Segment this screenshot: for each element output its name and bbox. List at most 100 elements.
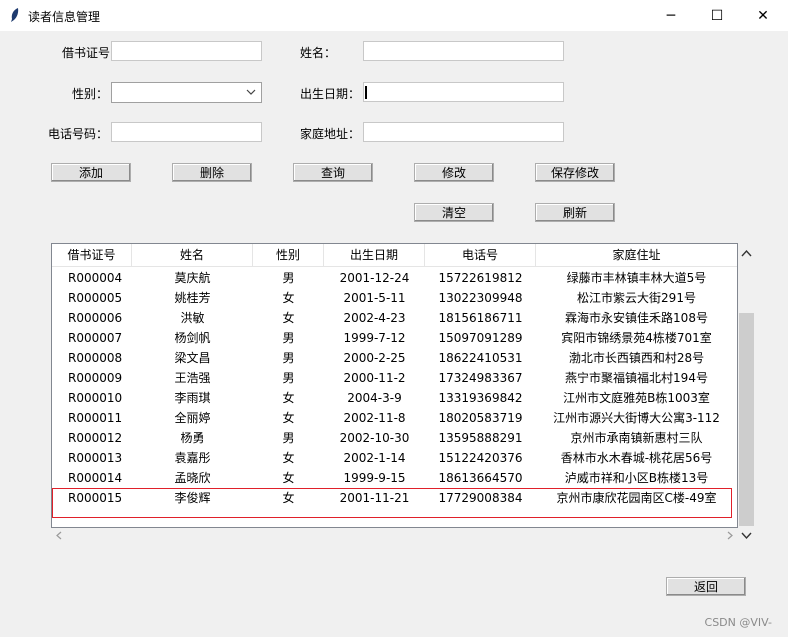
table-cell: 松江市紫云大街291号 [577, 291, 696, 305]
table-row[interactable]: R000015 李俊辉 女 2001-11-21 17729008384 京州市康欣花园南… [52, 488, 737, 508]
minimize-button[interactable]: ─ [648, 0, 694, 31]
table-row[interactable]: R000004 莫庆航 男 2001-12-24 15722619812 绿藤市丰林镇丰林… [52, 268, 737, 288]
maximize-button[interactable]: ☐ [694, 0, 740, 31]
table-cell: R000009 [68, 371, 123, 385]
table-cell: 姚桂芳 [174, 291, 211, 305]
table-cell: 17324983367 [438, 371, 523, 385]
refresh-button[interactable]: 刷新 [535, 203, 615, 222]
table-cell: 京州市承南镇新惠村三队 [570, 431, 703, 445]
title-bar: 读者信息管理 ─ ☐ ✕ [0, 0, 788, 31]
table-cell: R000005 [68, 291, 123, 305]
table-cell: 女 [282, 491, 295, 505]
name-input[interactable] [363, 41, 564, 61]
scroll-down-icon[interactable] [741, 531, 752, 540]
table-cell: 江州市文庭雅苑B栋1003室 [563, 391, 710, 405]
table-cell: 孟晓欣 [174, 471, 211, 485]
watermark: CSDN @VIV- [704, 616, 772, 629]
table-row[interactable]: R000010 李雨琪 女 2004-3-9 13319369842 江州市文庭雅苑B栋1… [52, 388, 737, 408]
table-cell: R000008 [68, 351, 123, 365]
table-cell: 2002-4-23 [343, 311, 406, 325]
window-title: 读者信息管理 [28, 10, 101, 24]
table-cell: 京州市康欣花园南区C楼-49室 [556, 491, 717, 505]
table-cell: 女 [282, 451, 295, 465]
table-cell: 男 [282, 431, 295, 445]
column-header[interactable]: 电话号 [425, 244, 536, 266]
table-cell: 绿藤市丰林镇丰林大道5号 [566, 271, 707, 285]
close-icon: ✕ [757, 7, 769, 24]
birth-date-label: 出生日期： [299, 87, 360, 101]
scroll-left-icon[interactable] [55, 531, 62, 540]
maximize-icon: ☐ [710, 7, 724, 24]
back-button[interactable]: 返回 [666, 577, 746, 596]
horizontal-scrollbar[interactable] [51, 528, 738, 543]
readers-table[interactable]: 借书证号 姓名 性别 出生日期 电话号 家庭住址 R000004 莫庆航男 2001… [51, 243, 738, 528]
add-button[interactable]: 添加 [51, 163, 131, 182]
table-cell: 李雨琪 [174, 391, 211, 405]
table-row[interactable]: R000008 梁文昌 男 2000-2-25 18622410531 渤北市长西镇西和村… [52, 348, 737, 368]
gender-select[interactable] [111, 82, 262, 103]
table-cell: 梁文昌 [174, 351, 211, 365]
close-button[interactable]: ✕ [740, 0, 786, 31]
table-cell: 18613664570 [438, 471, 523, 485]
scroll-right-icon[interactable] [727, 531, 734, 540]
table-cell: R000012 [68, 431, 123, 445]
table-cell: 霖海市永安镇佳禾路108号 [565, 311, 708, 325]
table-row[interactable]: R000009 王浩强 男 2000-11-2 17324983367 燕宁市聚福镇福北村… [52, 368, 737, 388]
table-cell: 2001-12-24 [339, 271, 410, 285]
table-cell: 男 [282, 271, 295, 285]
table-row[interactable]: R000013 袁嘉彤 女 2002-1-14 15122420376 香林市水木春城-桃… [52, 448, 737, 468]
column-header[interactable]: 姓名 [132, 244, 253, 266]
table-cell: 2002-1-14 [343, 451, 406, 465]
modify-button[interactable]: 修改 [414, 163, 494, 182]
birth-date-input[interactable] [363, 82, 564, 102]
table-cell: 17729008384 [438, 491, 523, 505]
feather-icon [11, 8, 19, 22]
phone-input[interactable] [111, 122, 262, 142]
column-header[interactable]: 性别 [253, 244, 324, 266]
table-cell: R000015 [68, 491, 123, 505]
table-cell: 女 [282, 391, 295, 405]
table-row[interactable]: R000012 杨勇 男 2002-10-30 13595888291 京州市承南镇新惠村… [52, 428, 737, 448]
table-cell: 女 [282, 291, 295, 305]
table-cell: 13319369842 [438, 391, 523, 405]
phone-label: 电话号码： [48, 127, 109, 141]
column-header[interactable]: 家庭住址 [536, 244, 737, 266]
clear-button[interactable]: 清空 [414, 203, 494, 222]
column-header[interactable]: 借书证号 [52, 244, 132, 266]
table-cell: R000010 [68, 391, 123, 405]
address-input[interactable] [363, 122, 564, 142]
table-cell: R000006 [68, 311, 123, 325]
table-cell: 2002-10-30 [339, 431, 410, 445]
table-row[interactable]: R000014 孟晓欣 女 1999-9-15 18613664570 泸威市祥和小区B栋… [52, 468, 737, 488]
table-cell: 男 [282, 371, 295, 385]
table-cell: 李俊辉 [174, 491, 211, 505]
table-cell: 燕宁市聚福镇福北村194号 [565, 371, 708, 385]
table-cell: 全丽婷 [174, 411, 211, 425]
name-label: 姓名： [300, 46, 337, 60]
table-row[interactable]: R000006 洪敏 女 2002-4-23 18156186711 霖海市永安镇佳禾路1… [52, 308, 737, 328]
table-cell: 男 [282, 331, 295, 345]
table-row[interactable]: R000005 姚桂芳 女 2001-5-11 13022309948 松江市紫云大街29… [52, 288, 737, 308]
gender-label: 性别： [71, 87, 108, 101]
vertical-scrollbar[interactable] [738, 243, 755, 543]
delete-button[interactable]: 删除 [172, 163, 252, 182]
table-cell: 15722619812 [438, 271, 523, 285]
table-cell: R000011 [68, 411, 123, 425]
table-cell: R000014 [68, 471, 123, 485]
query-button[interactable]: 查询 [293, 163, 373, 182]
column-header[interactable]: 出生日期 [324, 244, 425, 266]
table-cell: 洪敏 [180, 311, 205, 325]
text-cursor [365, 86, 367, 99]
scroll-up-icon[interactable] [741, 249, 752, 258]
save-changes-button[interactable]: 保存修改 [535, 163, 615, 182]
table-cell: 1999-9-15 [343, 471, 406, 485]
scrollbar-thumb[interactable] [739, 313, 754, 526]
table-cell: 女 [282, 411, 295, 425]
table-cell: 莫庆航 [174, 271, 211, 285]
table-cell: 15122420376 [438, 451, 523, 465]
table-cell: 女 [282, 311, 295, 325]
table-cell: 男 [282, 351, 295, 365]
table-row[interactable]: R000007 杨剑帆 男 1999-7-12 15097091289 宾阳市锦绣景苑4栋… [52, 328, 737, 348]
table-row[interactable]: R000011 全丽婷 女 2002-11-8 18020583719 江州市源兴大街博大… [52, 408, 737, 428]
card-number-input[interactable] [111, 41, 262, 61]
